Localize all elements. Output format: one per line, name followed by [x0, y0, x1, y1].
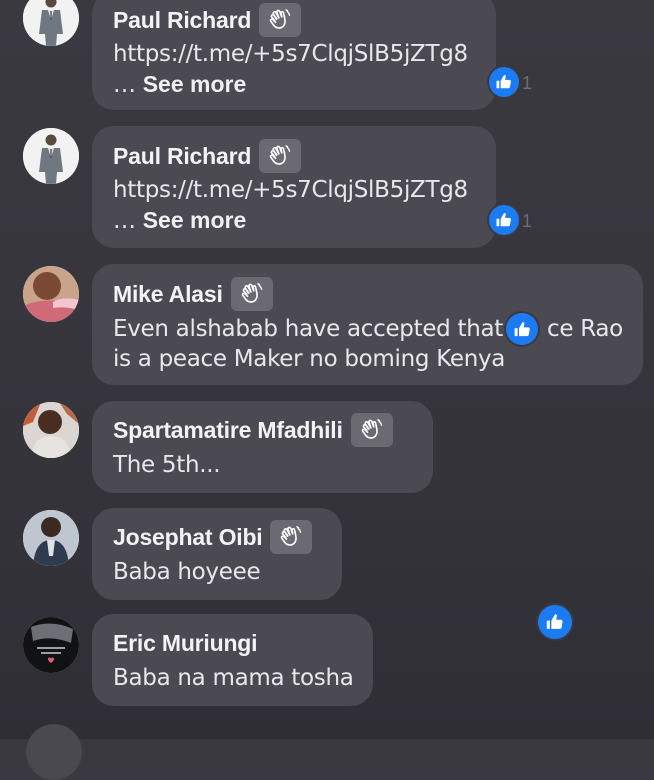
see-more-link[interactable]: See more [143, 207, 247, 233]
comment-bubble[interactable]: Paul Richard https://t.me/+5s7ClqjSlB5jZ… [92, 0, 496, 110]
avatar[interactable] [23, 266, 79, 322]
comment-bubble[interactable]: Spartamatire Mfadhili The 5th... [92, 401, 433, 493]
comment-text: Baba hoyeee [113, 559, 261, 585]
avatar[interactable] [23, 0, 79, 46]
comment-author[interactable]: Paul Richard [113, 7, 251, 34]
avatar[interactable] [23, 617, 79, 673]
next-comment-avatar[interactable] [26, 724, 82, 780]
comment-text: The 5th... [113, 452, 221, 478]
reaction-count[interactable]: 1 [522, 73, 532, 94]
avatar[interactable] [23, 402, 79, 458]
thumbs-up-icon[interactable] [489, 205, 519, 235]
suit-man-avatar-image [23, 0, 79, 46]
person-avatar-image [23, 402, 79, 458]
person-avatar-image [23, 266, 79, 322]
comment-bubble[interactable]: Josephat Oibi Baba hoyeee [92, 508, 342, 600]
dark-photo-avatar-image [23, 617, 79, 673]
wave-hand-icon[interactable] [259, 139, 302, 173]
comment-author[interactable]: Paul Richard [113, 143, 251, 170]
wave-hand-icon[interactable] [259, 3, 302, 37]
suit-man-avatar-image [23, 128, 79, 184]
comment-author[interactable]: Eric Muriungi [113, 630, 258, 657]
comment-author[interactable]: Spartamatire Mfadhili [113, 417, 343, 444]
comments-feed: Paul Richard https://t.me/+5s7ClqjSlB5jZ… [0, 0, 654, 780]
thumbs-up-icon[interactable] [538, 605, 572, 639]
wave-hand-icon[interactable] [230, 277, 273, 311]
comment-author[interactable]: Mike Alasi [113, 281, 223, 308]
comment-author[interactable]: Josephat Oibi [113, 524, 263, 551]
wave-hand-icon[interactable] [270, 520, 313, 554]
reaction-count[interactable]: 1 [522, 211, 532, 232]
avatar[interactable] [23, 128, 79, 184]
comment-text: https://t.me/+5s7ClqjSlB5jZTg8 [113, 41, 468, 67]
comment-bubble[interactable]: Eric Muriungi Baba na mama tosha [92, 614, 373, 706]
comment-text: https://t.me/+5s7ClqjSlB5jZTg8 [113, 177, 468, 203]
person-avatar-image [23, 510, 79, 566]
comment-bubble[interactable]: Mike Alasi Even alshabab have accepted t… [92, 264, 643, 385]
comment-text-tail: … See more [113, 207, 247, 234]
avatar[interactable] [23, 510, 79, 566]
comment-text: Even alshabab have accepted that ce Rao [113, 316, 623, 342]
comment-text-line2: is a peace Maker no boming Kenya [113, 346, 506, 372]
see-more-link[interactable]: See more [143, 71, 247, 97]
thumbs-up-icon[interactable] [489, 67, 519, 97]
thumbs-up-icon[interactable] [506, 313, 538, 345]
comment-text: Baba na mama tosha [113, 665, 354, 691]
comment-text-tail: … See more [113, 71, 247, 98]
comment-bubble[interactable]: Paul Richard https://t.me/+5s7ClqjSlB5jZ… [92, 126, 496, 248]
wave-hand-icon[interactable] [350, 413, 393, 447]
